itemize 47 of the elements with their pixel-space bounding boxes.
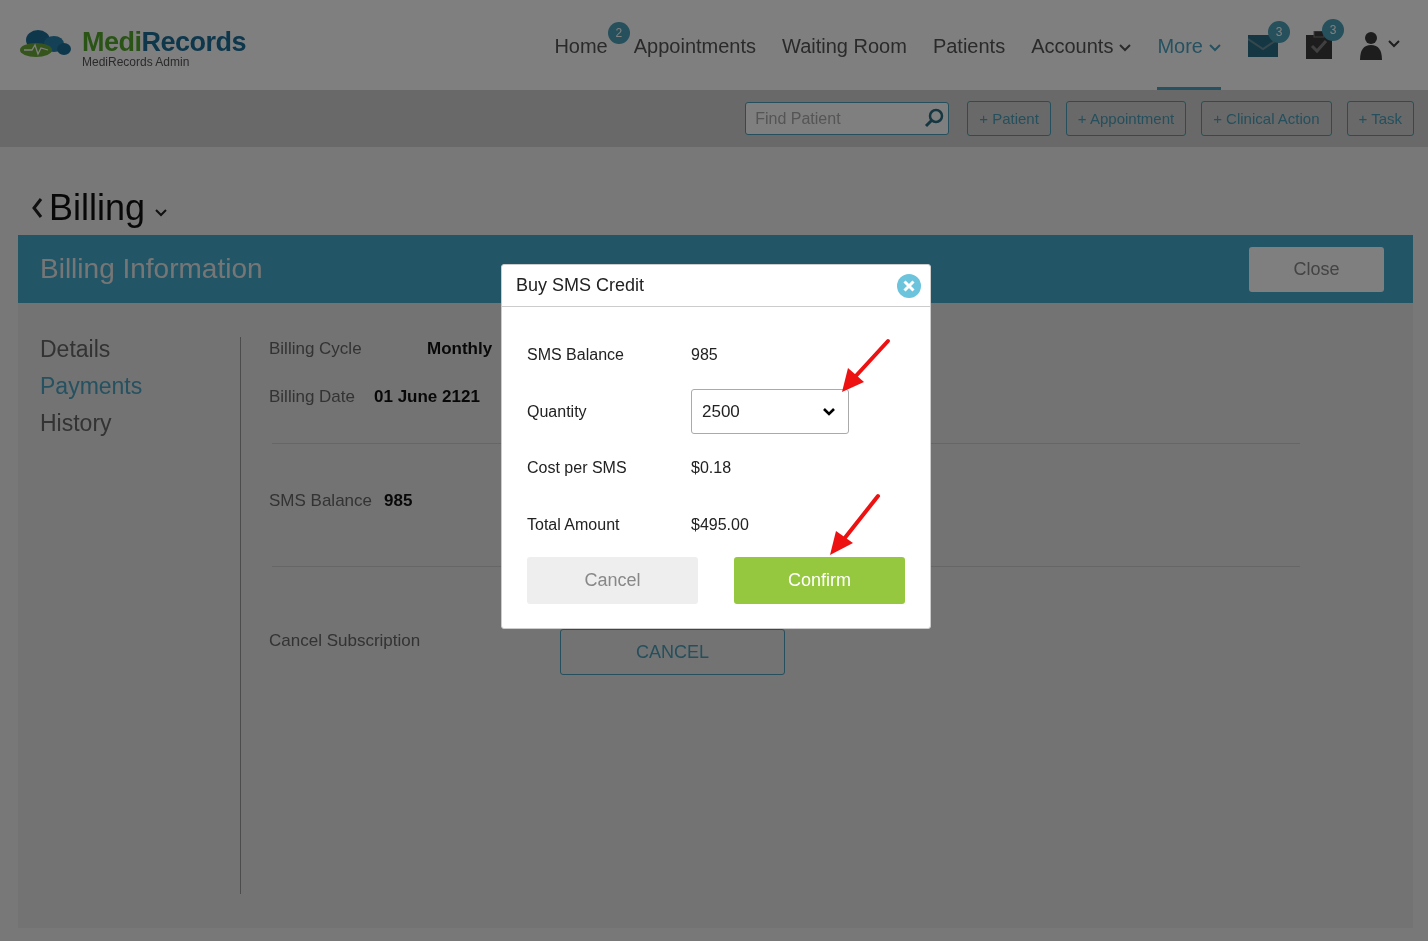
toolbar-button[interactable]: + Appointment [1065,101,1187,136]
field-label: SMS Balance [269,491,373,511]
notification-badge: 3 [1268,21,1290,43]
envelope-icon[interactable] [1248,33,1278,57]
nav-link[interactable]: Accounts [1031,34,1114,58]
panel-title: Billing Information [40,253,263,285]
notification-badge: 2 [607,22,630,44]
dialog-value: 985 [691,346,718,365]
user-menu-icon[interactable] [1360,30,1400,60]
dialog-label: Quantity [527,402,588,421]
nav-link[interactable]: More [1157,34,1203,58]
dialog-label: Total Amount [527,515,621,534]
nav-link[interactable]: Home [554,34,608,58]
clipboard-check-icon[interactable] [1306,31,1332,59]
notification-badge: 3 [1322,19,1344,41]
field-label: Cancel Subscription [269,631,422,651]
quantity-select[interactable]: 2500 [691,389,849,435]
annotation-arrow [840,338,892,394]
dialog-value: $0.18 [691,459,732,478]
nav-link[interactable]: Appointments [633,34,757,58]
caret-icon[interactable] [822,406,836,417]
cloud-logo-icon [18,28,72,58]
toolbar-button[interactable]: + Clinical Action [1201,101,1332,136]
nav-link[interactable]: Waiting Room [782,34,907,58]
nav-link[interactable]: Patients [932,34,1006,58]
field-value: Monthly [427,339,493,359]
sidebar-item[interactable]: History [40,411,240,458]
toolbar-button[interactable]: + Task [1346,101,1414,136]
page-title: Billing [49,187,146,229]
confirm-button[interactable]: Confirm [734,557,905,604]
annotation-arrow [828,493,882,557]
logo-text: MediRecords [82,28,247,56]
dialog-title: Buy SMS Credit [516,275,645,296]
field-label: Billing Date [269,387,356,407]
field-value: 01 June 2121 [374,387,480,407]
cancel-subscription-button[interactable]: CANCEL [560,629,785,675]
field-value: 985 [384,491,413,511]
dialog-label: Cost per SMS [527,459,628,478]
dialog-label: SMS Balance [527,346,625,365]
cancel-button[interactable]: Cancel [527,557,698,604]
search-icon[interactable] [924,108,945,128]
back-chevron-icon[interactable] [31,197,43,219]
toolbar-button[interactable]: + Patient [967,101,1051,136]
dialog-value: $495.00 [691,515,749,534]
field-label: Billing Cycle [269,339,363,359]
logo-subtitle: MediRecords Admin [82,56,191,68]
close-button[interactable]: Close [1249,246,1384,292]
